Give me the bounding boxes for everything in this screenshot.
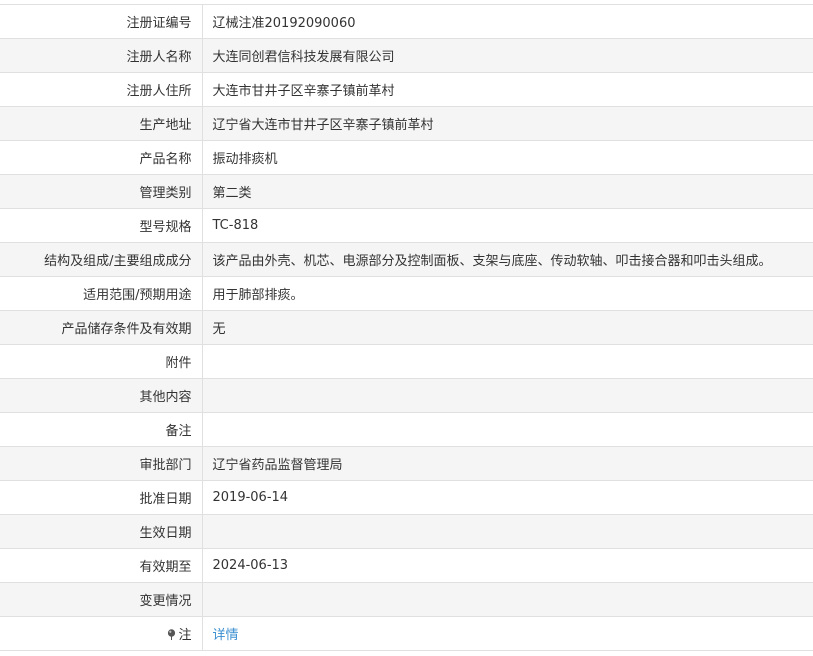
row-intended-use: 适用范围/预期用途 用于肺部排痰。 [0, 276, 813, 311]
row-approval-department: 审批部门 辽宁省药品监督管理局 [0, 446, 813, 481]
row-approval-date: 批准日期 2019-06-14 [0, 480, 813, 515]
label-registrant-address: 注册人住所 [0, 72, 203, 107]
label-approval-date: 批准日期 [0, 480, 203, 515]
value-approval-date: 2019-06-14 [202, 480, 813, 515]
value-other-content [202, 378, 813, 413]
row-attachments: 附件 [0, 344, 813, 379]
pin-icon [167, 629, 176, 640]
value-intended-use: 用于肺部排痰。 [202, 276, 813, 311]
row-remarks: 备注 [0, 412, 813, 447]
label-registration-number: 注册证编号 [0, 4, 203, 39]
label-other-content: 其他内容 [0, 378, 203, 413]
row-product-name: 产品名称 振动排痰机 [0, 140, 813, 175]
value-approval-department: 辽宁省药品监督管理局 [202, 446, 813, 481]
value-remarks [202, 412, 813, 447]
label-intended-use: 适用范围/预期用途 [0, 276, 203, 311]
value-registration-number: 辽械注准20192090060 [202, 4, 813, 39]
label-note: 注 [0, 616, 203, 651]
value-effective-date [202, 514, 813, 549]
label-model-spec: 型号规格 [0, 208, 203, 243]
note-label-text: 注 [178, 628, 192, 643]
row-registration-number: 注册证编号 辽械注准20192090060 [0, 4, 813, 39]
label-structure-composition: 结构及组成/主要组成成分 [0, 242, 203, 277]
row-management-category: 管理类别 第二类 [0, 174, 813, 209]
label-approval-department: 审批部门 [0, 446, 203, 481]
row-other-content: 其他内容 [0, 378, 813, 413]
value-product-name: 振动排痰机 [202, 140, 813, 175]
label-effective-date: 生效日期 [0, 514, 203, 549]
value-valid-until: 2024-06-13 [202, 548, 813, 583]
row-production-address: 生产地址 辽宁省大连市甘井子区辛寨子镇前革村 [0, 106, 813, 141]
value-production-address: 辽宁省大连市甘井子区辛寨子镇前革村 [202, 106, 813, 141]
row-change-status: 变更情况 [0, 582, 813, 617]
row-registrant-name: 注册人名称 大连同创君信科技发展有限公司 [0, 38, 813, 73]
label-remarks: 备注 [0, 412, 203, 447]
label-registrant-name: 注册人名称 [0, 38, 203, 73]
label-valid-until: 有效期至 [0, 548, 203, 583]
label-change-status: 变更情况 [0, 582, 203, 617]
row-registrant-address: 注册人住所 大连市甘井子区辛寨子镇前革村 [0, 72, 813, 107]
row-structure-composition: 结构及组成/主要组成成分 该产品由外壳、机芯、电源部分及控制面板、支架与底座、传… [0, 242, 813, 277]
label-attachments: 附件 [0, 344, 203, 379]
value-structure-composition: 该产品由外壳、机芯、电源部分及控制面板、支架与底座、传动软轴、叩击接合器和叩击头… [202, 242, 813, 277]
value-storage-validity: 无 [202, 310, 813, 345]
label-product-name: 产品名称 [0, 140, 203, 175]
value-management-category: 第二类 [202, 174, 813, 209]
row-valid-until: 有效期至 2024-06-13 [0, 548, 813, 583]
label-management-category: 管理类别 [0, 174, 203, 209]
value-model-spec: TC-818 [202, 208, 813, 243]
row-storage-validity: 产品储存条件及有效期 无 [0, 310, 813, 345]
row-effective-date: 生效日期 [0, 514, 813, 549]
value-attachments [202, 344, 813, 379]
label-storage-validity: 产品储存条件及有效期 [0, 310, 203, 345]
row-note: 注 详情 [0, 616, 813, 651]
value-note: 详情 [202, 616, 813, 651]
value-registrant-address: 大连市甘井子区辛寨子镇前革村 [202, 72, 813, 107]
value-change-status [202, 582, 813, 617]
label-production-address: 生产地址 [0, 106, 203, 141]
registration-table: 注册证编号 辽械注准20192090060 注册人名称 大连同创君信科技发展有限… [0, 4, 813, 651]
details-link[interactable]: 详情 [213, 628, 239, 643]
value-registrant-name: 大连同创君信科技发展有限公司 [202, 38, 813, 73]
row-model-spec: 型号规格 TC-818 [0, 208, 813, 243]
